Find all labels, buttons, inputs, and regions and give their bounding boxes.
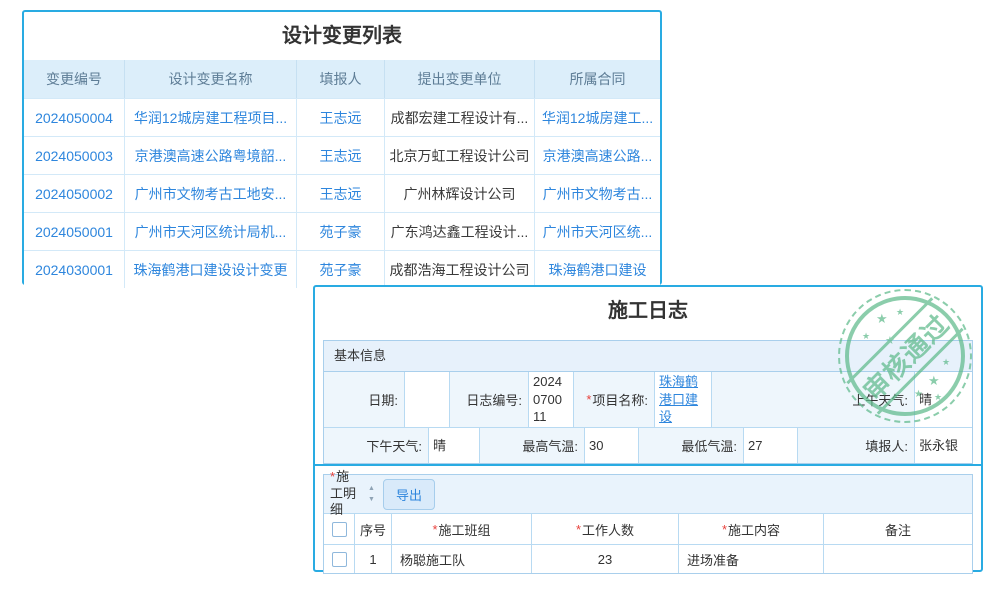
cell-reporter[interactable]: 王志远 — [296, 99, 384, 136]
cell-unit: 成都宏建工程设计有... — [384, 99, 534, 136]
table-row: 2024050003 京港澳高速公路粤境韶... 王志远 北京万虹工程设计公司 … — [24, 136, 660, 174]
col-header-unit: 提出变更单位 — [384, 60, 534, 98]
row-checkbox[interactable] — [332, 552, 347, 567]
export-button[interactable]: 导出 — [383, 479, 435, 510]
cell-contract[interactable]: 珠海鹤港口建设 — [534, 251, 660, 288]
date-label: 日期: — [324, 372, 404, 427]
log-number-label: 日志编号: — [449, 372, 528, 427]
cell-unit: 广东鸿达鑫工程设计... — [384, 213, 534, 250]
date-field[interactable] — [404, 372, 449, 427]
select-all-cell — [324, 514, 354, 544]
design-change-list-panel: 设计变更列表 变更编号 设计变更名称 填报人 提出变更单位 所属合同 20240… — [22, 10, 662, 285]
cell-reporter[interactable]: 苑子豪 — [296, 213, 384, 250]
cell-change-id[interactable]: 2024050002 — [24, 175, 124, 212]
cell-change-id[interactable]: 2024050004 — [24, 99, 124, 136]
star-icon: ★ — [928, 373, 940, 389]
star-icon: ★ — [942, 357, 950, 368]
cell-change-name[interactable]: 珠海鹤港口建设设计变更 — [124, 251, 296, 288]
min-temp-label: 最低气温: — [638, 428, 743, 463]
star-icon: ★ — [862, 331, 870, 342]
log-number-value: 2024070011 — [528, 372, 573, 427]
cell-change-id[interactable]: 2024050001 — [24, 213, 124, 250]
afternoon-weather-label: 下午天气: — [324, 428, 428, 463]
star-icon: ★ — [876, 311, 888, 327]
project-name-link-cell: 珠海鹤港口建设 — [654, 372, 711, 427]
table-row: 2024050004 华润12城房建工程项目... 王志远 成都宏建工程设计有.… — [24, 98, 660, 136]
section-divider — [315, 464, 981, 466]
col-header-team: * 施工班组 — [391, 514, 531, 544]
star-icon: ★ — [914, 389, 923, 400]
reporter-value: 张永银 — [914, 428, 972, 463]
cell-reporter[interactable]: 王志远 — [296, 137, 384, 174]
cell-contract[interactable]: 广州市天河区统... — [534, 213, 660, 250]
col-header-workers: * 工作人数 — [531, 514, 678, 544]
star-icon: ★ — [934, 392, 942, 403]
cell-remark[interactable] — [823, 545, 972, 573]
min-temp-value: 27 — [743, 428, 797, 463]
cell-index: 1 — [354, 545, 391, 573]
reporter-label: 填报人: — [797, 428, 914, 463]
cell-change-name[interactable]: 广州市文物考古工地安... — [124, 175, 296, 212]
project-name-label: * 项目名称: — [573, 372, 654, 427]
max-temp-label: 最高气温: — [479, 428, 584, 463]
page-title: 设计变更列表 — [24, 12, 660, 60]
table-row: 2024030001 珠海鹤港口建设设计变更 苑子豪 成都浩海工程设计公司 珠海… — [24, 250, 660, 288]
required-mark: * — [330, 469, 335, 484]
cell-contract[interactable]: 广州市文物考古... — [534, 175, 660, 212]
row-select-cell — [324, 545, 354, 573]
required-mark: * — [586, 392, 591, 407]
basic-info-row-2: 下午天气: 晴 最高气温: 30 最低气温: 27 填报人: 张永银 — [324, 427, 972, 463]
cell-unit: 成都浩海工程设计公司 — [384, 251, 534, 288]
collapse-spinner[interactable]: ▲ ▼ — [368, 485, 375, 503]
afternoon-weather-value: 晴 — [428, 428, 479, 463]
detail-section-label: *施工明细 — [330, 469, 362, 520]
cell-change-name[interactable]: 广州市天河区统计局机... — [124, 213, 296, 250]
cell-unit: 北京万虹工程设计公司 — [384, 137, 534, 174]
approval-stamp: ★ ★ ★ ★ ★ ★ ★ ★ 审核通过 — [838, 289, 972, 423]
cell-contract[interactable]: 京港澳高速公路... — [534, 137, 660, 174]
cell-change-id[interactable]: 2024030001 — [24, 251, 124, 288]
cell-reporter[interactable]: 苑子豪 — [296, 251, 384, 288]
project-name-link[interactable]: 珠海鹤港口建设 — [659, 373, 707, 426]
cell-reporter[interactable]: 王志远 — [296, 175, 384, 212]
col-header-reporter: 填报人 — [296, 60, 384, 98]
max-temp-value: 30 — [584, 428, 638, 463]
cell-change-id[interactable]: 2024050003 — [24, 137, 124, 174]
cell-unit: 广州林辉设计公司 — [384, 175, 534, 212]
star-icon: ★ — [896, 307, 904, 318]
col-header-remark: 备注 — [823, 514, 972, 544]
detail-toolbar: *施工明细 ▲ ▼ 导出 — [324, 475, 972, 514]
col-header-content: * 施工内容 — [678, 514, 823, 544]
col-header-change-id: 变更编号 — [24, 60, 124, 98]
table-row: 2024050002 广州市文物考古工地安... 王志远 广州林辉设计公司 广州… — [24, 174, 660, 212]
change-table-header: 变更编号 设计变更名称 填报人 提出变更单位 所属合同 — [24, 60, 660, 98]
cell-workers[interactable]: 23 — [531, 545, 678, 573]
select-all-checkbox[interactable] — [332, 522, 347, 537]
detail-table-row: 1 杨聪施工队 23 进场准备 — [324, 545, 972, 573]
cell-contract[interactable]: 华润12城房建工... — [534, 99, 660, 136]
col-header-change-name: 设计变更名称 — [124, 60, 296, 98]
detail-table-header: 序号 * 施工班组 * 工作人数 * 施工内容 备注 — [324, 514, 972, 545]
chevron-up-icon[interactable]: ▲ — [368, 485, 375, 492]
chevron-down-icon[interactable]: ▼ — [368, 496, 375, 503]
cell-change-name[interactable]: 华润12城房建工程项目... — [124, 99, 296, 136]
table-row: 2024050001 广州市天河区统计局机... 苑子豪 广东鸿达鑫工程设计..… — [24, 212, 660, 250]
col-header-contract: 所属合同 — [534, 60, 660, 98]
cell-change-name[interactable]: 京港澳高速公路粤境韶... — [124, 137, 296, 174]
construction-detail-section: *施工明细 ▲ ▼ 导出 序号 * 施工班组 * 工 — [323, 474, 973, 574]
cell-team[interactable]: 杨聪施工队 — [391, 545, 531, 573]
col-header-index: 序号 — [354, 514, 391, 544]
cell-content[interactable]: 进场准备 — [678, 545, 823, 573]
